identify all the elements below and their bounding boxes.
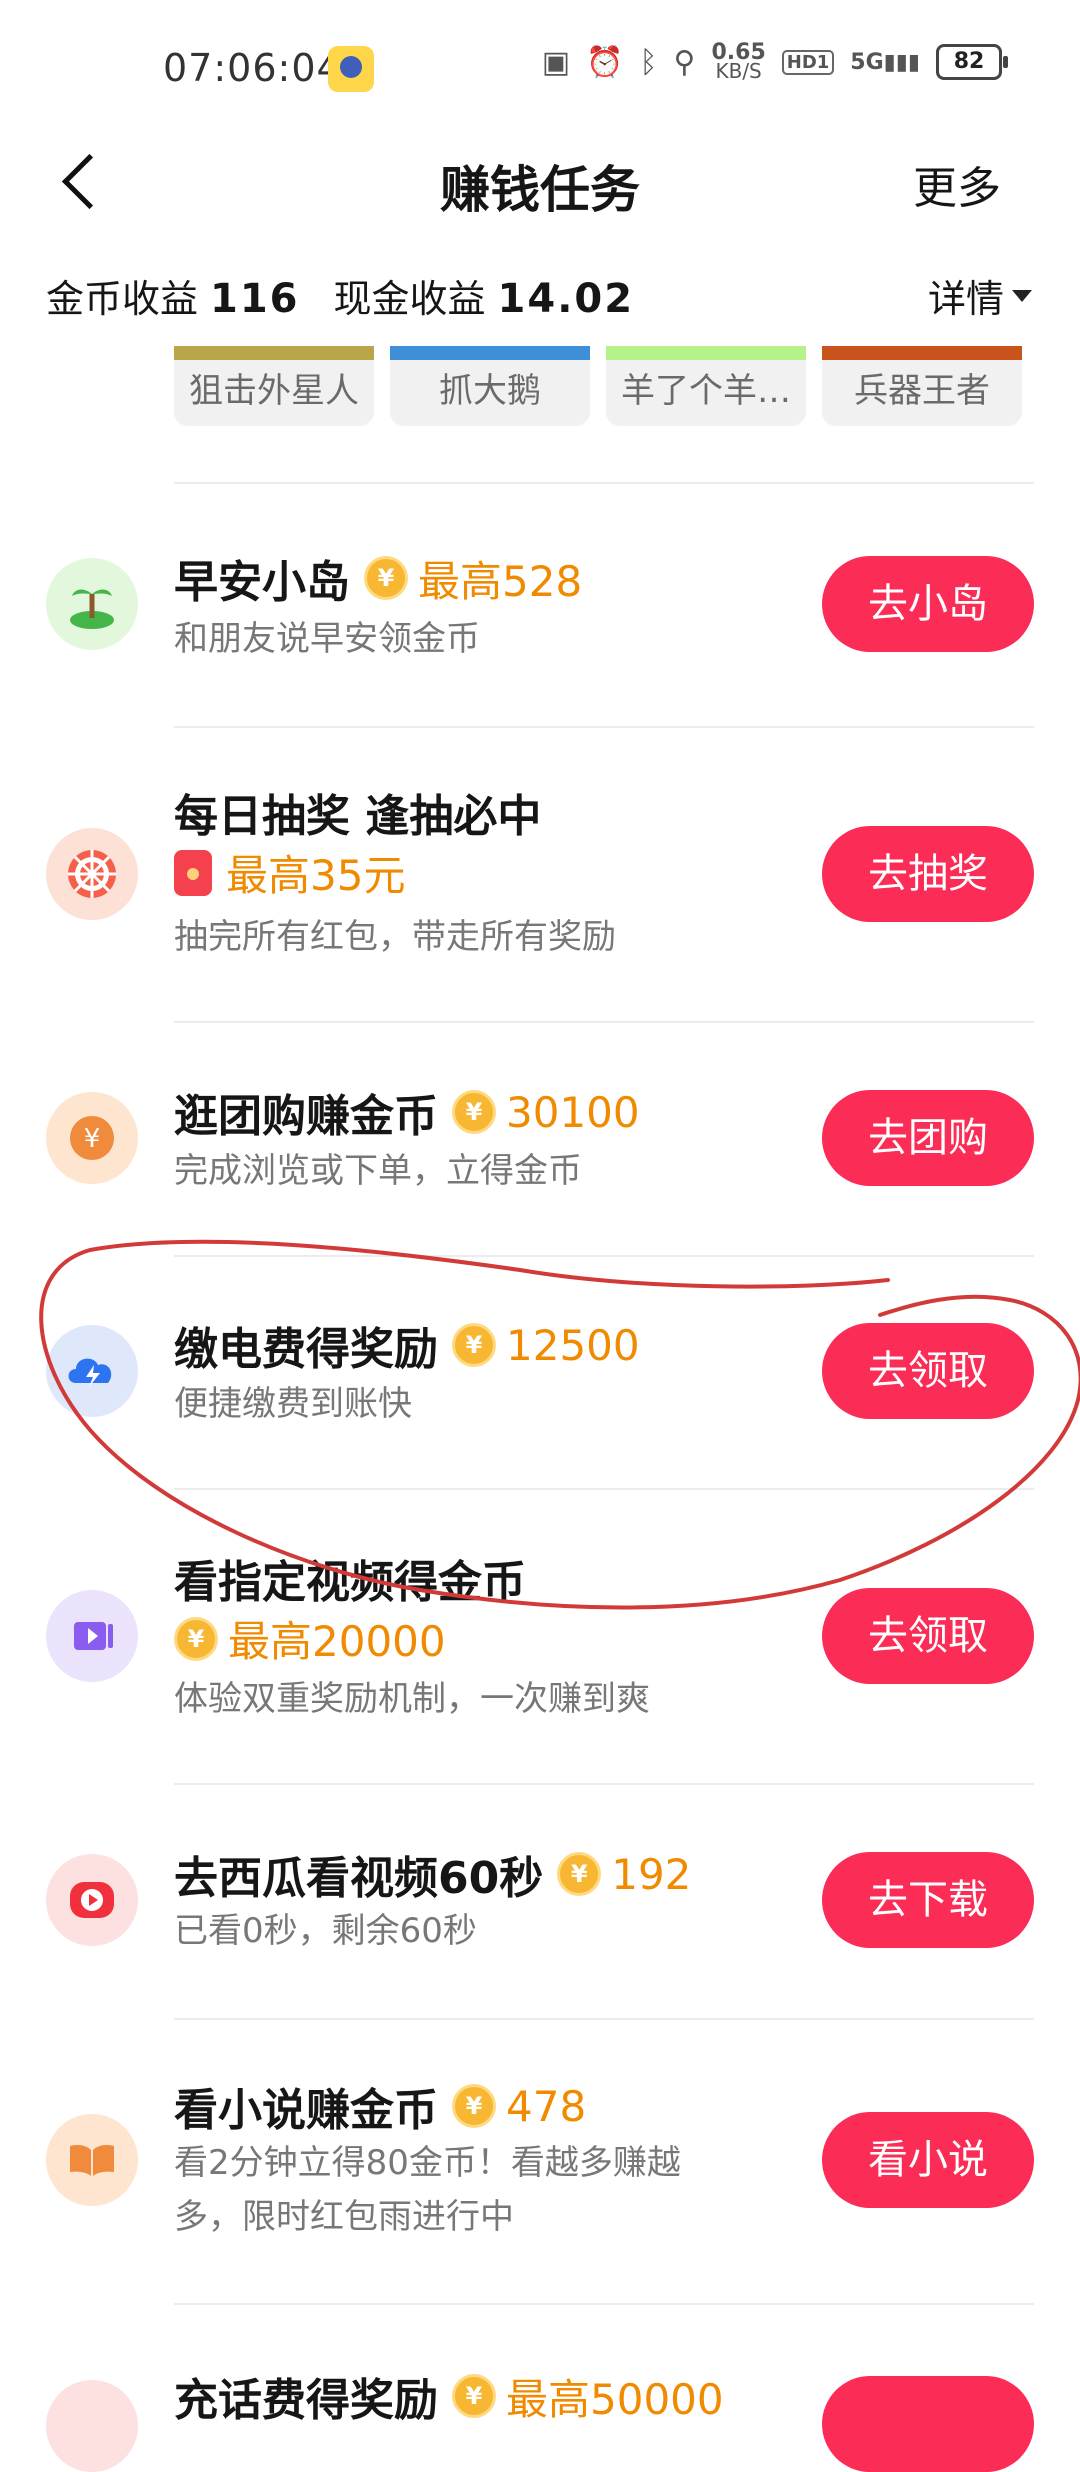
yuan-coin-icon: ¥ [46,1092,138,1184]
cash-earnings-value: 14.02 [497,276,635,322]
game-thumbnail [174,346,374,360]
hd-icon: HD1 [781,49,835,75]
game-tile[interactable]: 抓大鹅 [390,346,590,426]
lottery-wheel-icon [46,828,138,920]
task-description: 看2分钟立得80金币！看越多赚越多，限时红包雨进行中 [174,2143,681,2237]
video-icon [46,1590,138,1682]
task-reward: 最高50000 [506,2374,724,2424]
divider [174,1255,1034,1257]
task-reward: 最高35元 [226,851,406,900]
coin-earnings-label: 金币收益 [46,277,199,321]
task-reward: 192 [611,1849,692,1899]
coin-icon [452,1090,496,1134]
status-bar: 07:06:04 ▣ ⏰ ᛒ ⚲ 0.65 KB/S HD1 5G▮▮▮ 82 [0,0,1080,130]
go-island-button[interactable]: 去小岛 [822,556,1034,652]
game-thumbnail [822,346,1022,360]
task-title: 每日抽奖 逢抽必中 [174,791,542,842]
task-description: 完成浏览或下单，立得金币 [174,1151,582,1191]
task-reward-line: 最高20000 [160,1608,446,1669]
task-reward: 478 [506,2081,587,2131]
game-thumbnail [606,346,806,360]
task-description: 和朋友说早安领金币 [174,619,480,659]
alarm-icon: ⏰ [586,44,624,80]
coin-icon [557,1852,602,1896]
task-reward: 最高528 [418,556,583,606]
phone-recharge-icon [46,2380,138,2472]
game-tile[interactable]: 羊了个羊… [606,346,806,426]
divider [174,1021,1034,1023]
red-packet-icon [174,849,212,896]
book-icon [46,2114,138,2206]
signal-icon: 5G▮▮▮ [850,49,920,75]
island-icon [46,558,138,650]
divider [174,482,1034,484]
game-tile[interactable]: 兵器王者 [822,346,1022,426]
task-reward: 12500 [506,1320,640,1370]
divider [174,2018,1034,2020]
task-title: 逛团购赚金币30100 [174,1080,640,1144]
svg-text:¥: ¥ [84,1124,101,1154]
status-time: 07:06:04 [163,46,342,90]
task-title: 充话费得奖励最高50000 [174,2364,724,2428]
task-title: 看小说赚金币478 [174,2074,586,2138]
coin-icon [452,2374,496,2418]
coin-earnings-value: 116 [210,276,300,322]
battery-icon: 82 [936,44,1008,80]
game-tile[interactable]: 狙击外星人 [174,346,374,426]
divider [174,1488,1034,1490]
go-lottery-button[interactable]: 去抽奖 [822,826,1034,922]
claim-button[interactable]: 去领取 [822,1323,1034,1419]
divider [174,726,1034,728]
earnings-summary: 金币收益 116 现金收益 14.02 [46,268,668,323]
more-button[interactable]: 更多 [913,152,1001,216]
task-description: 便捷缴费到账快 [174,1384,412,1424]
divider [174,2303,1034,2305]
recharge-button[interactable] [822,2376,1034,2472]
game-thumbnail [390,346,590,360]
coin-icon [174,1616,218,1661]
coin-icon [364,556,408,600]
task-description: 体验双重奖励机制，一次赚到爽 [174,1679,650,1719]
electric-cloud-icon [46,1325,138,1417]
task-description: 抽完所有红包，带走所有奖励 [174,917,616,957]
task-title: 看指定视频得金币 [174,1557,526,1608]
divider [174,1783,1034,1785]
details-button[interactable]: 详情 [928,268,1032,323]
nfc-icon: ▣ [541,44,571,80]
download-button[interactable]: 去下载 [822,1852,1034,1948]
task-title: 去西瓜看视频60秒192 [174,1842,691,1906]
coin-icon [452,1323,496,1367]
go-group-buy-button[interactable]: 去团购 [822,1090,1034,1186]
header: 赚钱任务 更多 [0,130,1080,230]
xigua-play-icon [46,1854,138,1946]
task-reward: 30100 [506,1087,640,1137]
task-description: 已看0秒，剩余60秒 [174,1911,477,1951]
network-speed: 0.65 KB/S [711,40,766,83]
cash-earnings-label: 现金收益 [333,277,486,321]
task-title: 缴电费得奖励12500 [174,1313,640,1377]
task-title: 早安小岛最高528 [174,546,582,610]
coin-icon [452,2084,496,2128]
task-reward-line: 最高35元 [160,842,405,903]
claim-button[interactable]: 去领取 [822,1588,1034,1684]
read-novel-button[interactable]: 看小说 [822,2112,1034,2208]
games-row: 狙击外星人 抓大鹅 羊了个羊… 兵器王者 [174,346,1022,426]
status-icons: ▣ ⏰ ᛒ ⚲ 0.65 KB/S HD1 5G▮▮▮ 82 [541,40,1008,83]
app-notification-icon [328,46,374,92]
location-icon: ⚲ [673,44,696,80]
task-reward: 最高20000 [228,1617,446,1666]
caret-down-icon [1012,289,1032,302]
bluetooth-icon: ᛒ [639,44,658,80]
